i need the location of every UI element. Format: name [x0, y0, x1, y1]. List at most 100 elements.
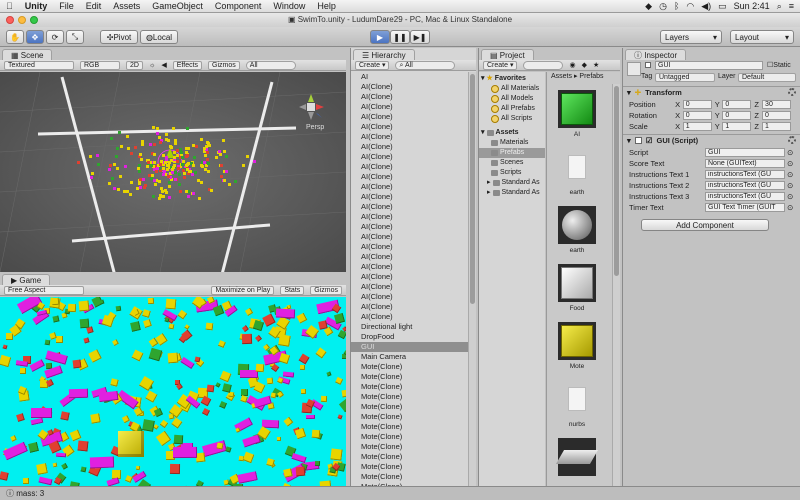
- list-icon[interactable]: ≡: [789, 1, 794, 11]
- hierarchy-item[interactable]: Main Camera: [351, 352, 469, 362]
- hierarchy-item[interactable]: AI(Clone): [351, 162, 469, 172]
- hierarchy-search-input[interactable]: ⌕ All: [395, 60, 456, 70]
- hierarchy-item[interactable]: Mote(Clone): [351, 452, 469, 462]
- hierarchy-item[interactable]: Mote(Clone): [351, 462, 469, 472]
- hierarchy-item[interactable]: AI(Clone): [351, 142, 469, 152]
- zoom-window-button[interactable]: [30, 16, 38, 24]
- folder-item[interactable]: Scripts: [479, 168, 545, 178]
- hierarchy-item[interactable]: AI(Clone): [351, 92, 469, 102]
- hierarchy-create-dropdown[interactable]: Create ▾: [355, 60, 390, 70]
- folder-item[interactable]: ▸ Standard As: [479, 178, 545, 188]
- static-toggle[interactable]: ☐Static: [767, 61, 791, 69]
- folder-item[interactable]: Prefabs: [479, 148, 545, 158]
- volume-icon[interactable]: ◀): [701, 1, 711, 12]
- scale-tool-button[interactable]: ⤡: [66, 30, 84, 44]
- hierarchy-item[interactable]: AI: [351, 72, 469, 82]
- gui-script-header[interactable]: ▾ ☑ GUI (Script): [623, 134, 800, 145]
- favorite-item[interactable]: All Prefabs: [479, 104, 545, 114]
- play-button[interactable]: ▶: [370, 30, 390, 44]
- asset-item[interactable]: AI: [557, 90, 597, 138]
- object-reference-field[interactable]: GUI Text Timer (GUIT: [705, 202, 785, 212]
- menu-component[interactable]: Component: [209, 1, 268, 11]
- maximize-on-play-toggle[interactable]: Maximize on Play: [211, 285, 275, 295]
- hierarchy-item[interactable]: AI(Clone): [351, 202, 469, 212]
- hierarchy-item[interactable]: AI(Clone): [351, 182, 469, 192]
- project-scroll-thumb[interactable]: [614, 86, 619, 276]
- hierarchy-item[interactable]: AI(Clone): [351, 262, 469, 272]
- transform-position-y-field[interactable]: 0: [722, 99, 752, 109]
- object-reference-field[interactable]: instructionsText (GU: [705, 191, 785, 201]
- game-viewport[interactable]: [0, 297, 346, 486]
- wifi-icon[interactable]: ◠: [686, 1, 694, 12]
- menu-window[interactable]: Window: [267, 1, 311, 11]
- transform-scale-y-field[interactable]: 1: [722, 121, 752, 131]
- object-picker-icon[interactable]: ⊙: [787, 170, 793, 179]
- object-picker-icon[interactable]: ⊙: [787, 192, 793, 201]
- hierarchy-item[interactable]: AI(Clone): [351, 292, 469, 302]
- breadcrumb-prefabs[interactable]: Prefabs: [579, 73, 603, 80]
- menu-help[interactable]: Help: [311, 1, 342, 11]
- audio-toggle-icon[interactable]: ◀: [161, 61, 166, 69]
- menu-assets[interactable]: Assets: [107, 1, 146, 11]
- hierarchy-item[interactable]: AI(Clone): [351, 82, 469, 92]
- hierarchy-scroll-thumb[interactable]: [470, 74, 475, 304]
- transform-scale-z-field[interactable]: 1: [762, 121, 791, 131]
- folder-item[interactable]: Scenes: [479, 158, 545, 168]
- hierarchy-item[interactable]: Mote(Clone): [351, 412, 469, 422]
- color-mode-dropdown[interactable]: RGB: [80, 60, 120, 70]
- hierarchy-item[interactable]: Mote(Clone): [351, 402, 469, 412]
- gizmos-dropdown[interactable]: Gizmos: [208, 60, 240, 70]
- hierarchy-item[interactable]: GUI: [351, 342, 469, 352]
- transform-rotation-z-field[interactable]: 0: [762, 110, 791, 120]
- layers-dropdown[interactable]: Layers ▾: [660, 30, 722, 44]
- menu-edit[interactable]: Edit: [80, 1, 108, 11]
- hierarchy-item[interactable]: Directional light: [351, 322, 469, 332]
- favorites-header[interactable]: ▾ ★ Favorites: [479, 74, 545, 84]
- hierarchy-item[interactable]: AI(Clone): [351, 212, 469, 222]
- minimize-window-button[interactable]: [18, 16, 26, 24]
- filter-label-icon[interactable]: ◆: [582, 61, 587, 69]
- transform-scale-x-field[interactable]: 1: [682, 121, 712, 131]
- menu-file[interactable]: File: [53, 1, 80, 11]
- battery-icon[interactable]: ▭: [718, 1, 727, 12]
- script-enabled-checkbox[interactable]: [634, 136, 642, 144]
- close-window-button[interactable]: [6, 16, 14, 24]
- object-picker-icon[interactable]: ⊙: [787, 148, 793, 157]
- 2d-toggle[interactable]: 2D: [126, 60, 143, 70]
- hierarchy-item[interactable]: AI(Clone): [351, 312, 469, 322]
- hierarchy-item[interactable]: Mote(Clone): [351, 472, 469, 482]
- folder-item[interactable]: Materials: [479, 138, 545, 148]
- transform-rotation-x-field[interactable]: 0: [682, 110, 712, 120]
- object-picker-icon[interactable]: ⊙: [787, 159, 793, 168]
- hand-tool-button[interactable]: ✋: [6, 30, 24, 44]
- assets-header[interactable]: ▾ Assets: [479, 128, 545, 138]
- filter-type-icon[interactable]: ◉: [569, 61, 575, 69]
- tab-inspector[interactable]: ⓘ Inspector: [625, 49, 687, 60]
- hierarchy-item[interactable]: AI(Clone): [351, 272, 469, 282]
- object-picker-icon[interactable]: ⊙: [787, 203, 793, 212]
- favorite-item[interactable]: All Scripts: [479, 114, 545, 124]
- add-component-button[interactable]: Add Component: [641, 219, 769, 231]
- rotate-tool-button[interactable]: ⟳: [46, 30, 64, 44]
- transform-rotation-y-field[interactable]: 0: [722, 110, 752, 120]
- object-reference-field[interactable]: instructionsText (GU: [705, 180, 785, 190]
- layer-dropdown[interactable]: Default: [738, 73, 796, 82]
- notification-icon[interactable]: ◆: [645, 1, 652, 12]
- local-toggle[interactable]: ◍ Local: [140, 30, 178, 44]
- game-gizmos-dropdown[interactable]: Gizmos: [310, 285, 342, 295]
- project-scrollbar[interactable]: [612, 84, 620, 486]
- light-toggle-icon[interactable]: ☼: [149, 62, 155, 69]
- hierarchy-item[interactable]: AI(Clone): [351, 102, 469, 112]
- favorite-item[interactable]: All Materials: [479, 84, 545, 94]
- menu-gameobject[interactable]: GameObject: [146, 1, 209, 11]
- asset-item[interactable]: nurbs: [557, 380, 597, 428]
- asset-item[interactable]: earth: [557, 206, 597, 254]
- pivot-toggle[interactable]: ✣ Pivot: [100, 30, 138, 44]
- hierarchy-item[interactable]: AI(Clone): [351, 192, 469, 202]
- pause-button[interactable]: ❚❚: [390, 30, 410, 44]
- search-icon[interactable]: ⌕: [777, 1, 782, 12]
- scene-viewport[interactable]: Persp: [0, 72, 346, 272]
- hierarchy-item[interactable]: AI(Clone): [351, 282, 469, 292]
- transform-position-z-field[interactable]: 30: [762, 99, 791, 109]
- hierarchy-item[interactable]: AI(Clone): [351, 112, 469, 122]
